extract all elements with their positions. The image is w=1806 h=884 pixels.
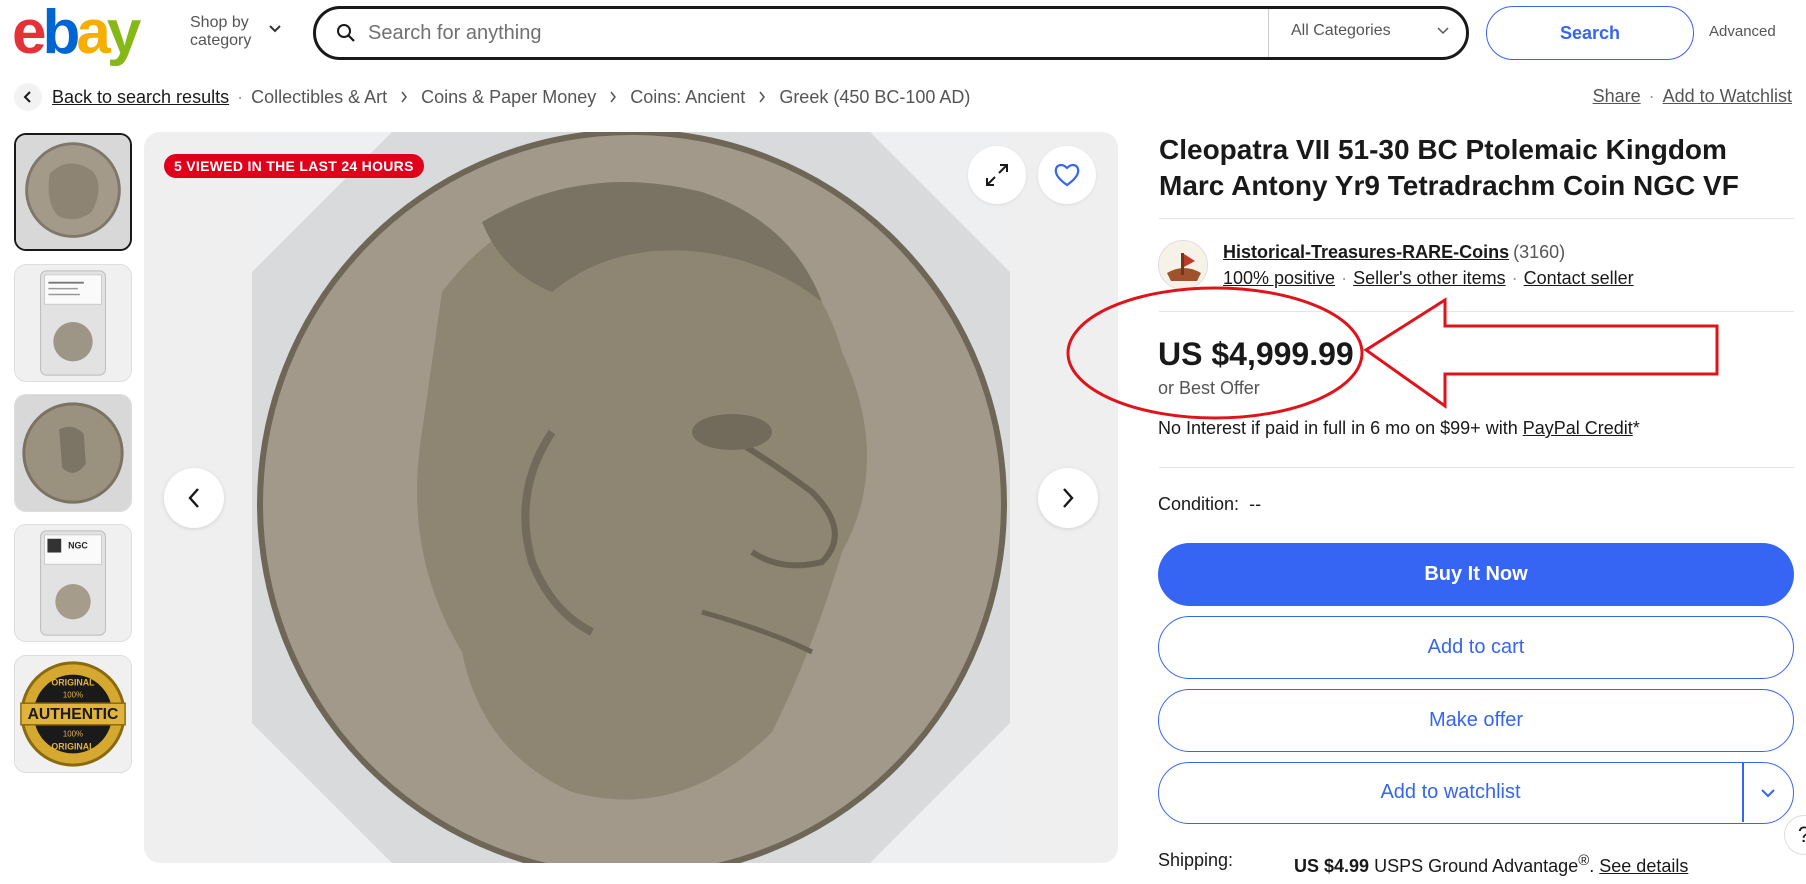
coin-obverse-thumb-image [16, 135, 130, 249]
thumbnail-coin-reverse[interactable] [14, 394, 132, 512]
registered-mark: ® [1578, 852, 1590, 869]
breadcrumb-separator: · [237, 86, 244, 107]
svg-text:ORIGINAL: ORIGINAL [51, 677, 95, 687]
expand-button[interactable] [968, 146, 1026, 204]
separator: · [1341, 268, 1348, 288]
chevron-left-icon [188, 488, 199, 508]
buy-it-now-button[interactable]: Buy It Now [1158, 543, 1794, 606]
chevron-down-icon [1437, 27, 1449, 35]
share-link[interactable]: Share [1593, 86, 1641, 107]
paypal-asterisk: * [1632, 418, 1640, 438]
previous-image-button[interactable] [164, 468, 224, 528]
back-button[interactable] [14, 83, 42, 111]
share-links: Share · Add to Watchlist [1593, 86, 1792, 107]
condition-label: Condition: [1158, 494, 1240, 514]
add-to-watchlist-group: Add to watchlist [1158, 762, 1794, 824]
item-price: US $4,999.99 [1158, 336, 1354, 372]
best-offer-text: or Best Offer [1158, 378, 1260, 398]
authentic-seal-image: AUTHENTIC ORIGINAL 100% 100% ORIGINAL [15, 656, 131, 772]
search-icon [337, 24, 355, 42]
main-product-image[interactable]: 5 VIEWED IN THE LAST 24 HOURS [144, 132, 1118, 863]
add-to-cart-button[interactable]: Add to cart [1158, 616, 1794, 679]
add-to-watchlist-button[interactable]: Add to watchlist [1159, 763, 1742, 822]
category-select[interactable]: All Categories [1291, 22, 1391, 40]
shipping-service: USPS Ground Advantage [1369, 856, 1579, 876]
shop-by-line1: Shop by [190, 14, 249, 31]
seller-avatar[interactable] [1158, 240, 1208, 290]
seller-feedback-count: (3160) [1513, 242, 1566, 262]
next-image-button[interactable] [1038, 468, 1098, 528]
chevron-down-icon [1761, 788, 1775, 797]
seller-links: 100% positive · Seller's other items · C… [1223, 268, 1634, 289]
pointer-arrow-annotation [1363, 297, 1719, 409]
paypal-text: No Interest if paid in full in 6 mo on $… [1158, 418, 1523, 438]
condition-row: Condition: -- [1158, 494, 1261, 515]
coin-reverse-thumb-image [15, 395, 131, 511]
shop-by-line2: category [190, 32, 252, 49]
breadcrumb-item[interactable]: Collectibles & Art [251, 87, 387, 108]
svg-text:100%: 100% [63, 730, 83, 739]
shipping-value: US $4.99 USPS Ground Advantage®. See det… [1294, 852, 1688, 877]
thumbnail-authentic-seal[interactable]: AUTHENTIC ORIGINAL 100% 100% ORIGINAL [14, 655, 132, 773]
header: ebay Shop by category All Categories Sea… [0, 0, 1806, 66]
ngc-slab-thumb-image [15, 265, 131, 381]
breadcrumb-item[interactable]: Coins & Paper Money [421, 87, 596, 108]
ebay-logo[interactable]: ebay [12, 2, 141, 64]
divider [1159, 218, 1794, 219]
expand-icon [986, 164, 1008, 186]
search-bar: All Categories [313, 6, 1469, 60]
search-input[interactable] [368, 19, 1248, 47]
svg-text:NGC: NGC [68, 541, 88, 551]
coin-image [252, 132, 1010, 863]
favorite-button[interactable] [1038, 146, 1096, 204]
viewed-badge: 5 VIEWED IN THE LAST 24 HOURS [164, 154, 424, 178]
shop-by-category[interactable]: Shop by category [190, 14, 251, 50]
chevron-left-icon [23, 91, 31, 103]
chevron-right-icon [609, 91, 617, 103]
separator: · [1648, 86, 1655, 106]
make-offer-button[interactable]: Make offer [1158, 689, 1794, 752]
seller-info: Historical-Treasures-RARE-Coins (3160) [1223, 242, 1565, 263]
search-button[interactable]: Search [1486, 6, 1694, 60]
chevron-right-icon [1063, 488, 1074, 508]
paypal-credit-text: No Interest if paid in full in 6 mo on $… [1158, 418, 1640, 439]
ngc-back-thumb-image: NGC [15, 525, 131, 641]
search-divider [1268, 9, 1269, 57]
add-to-watchlist-link[interactable]: Add to Watchlist [1663, 86, 1792, 107]
svg-text:AUTHENTIC: AUTHENTIC [28, 706, 119, 723]
thumbnail-coin-obverse[interactable] [14, 133, 132, 251]
breadcrumb-item[interactable]: Greek (450 BC-100 AD) [779, 87, 970, 108]
chevron-right-icon [758, 91, 766, 103]
divider [1159, 311, 1794, 312]
heart-icon [1054, 163, 1080, 187]
advanced-search-link[interactable]: Advanced [1709, 23, 1776, 40]
shipping-price: US $4.99 [1294, 856, 1370, 876]
divider [1159, 467, 1794, 468]
thumbnail-ngc-back[interactable]: NGC [14, 524, 132, 642]
svg-text:ORIGINAL: ORIGINAL [51, 741, 95, 751]
back-to-search-link[interactable]: Back to search results [52, 87, 229, 108]
breadcrumb: Back to search results · Collectibles & … [14, 82, 970, 112]
shipping-label: Shipping: [1158, 850, 1234, 870]
separator: · [1511, 268, 1518, 288]
condition-value: -- [1249, 494, 1262, 514]
seller-name-link[interactable]: Historical-Treasures-RARE-Coins [1223, 242, 1509, 262]
watchlist-dropdown-button[interactable] [1743, 763, 1793, 822]
see-details-link[interactable]: See details [1599, 856, 1688, 876]
paypal-credit-link[interactable]: PayPal Credit [1523, 418, 1633, 438]
chevron-right-icon [400, 91, 408, 103]
breadcrumb-item[interactable]: Coins: Ancient [630, 87, 745, 108]
seller-logo-image [1159, 241, 1207, 289]
thumbnail-ngc-slab[interactable] [14, 264, 132, 382]
contact-seller-link[interactable]: Contact seller [1524, 268, 1634, 289]
chevron-down-icon[interactable] [268, 24, 282, 34]
shipping-punctuation: . [1589, 856, 1600, 876]
listing-title: Cleopatra VII 51-30 BC Ptolemaic Kingdom… [1159, 134, 1739, 201]
seller-other-items-link[interactable]: Seller's other items [1353, 268, 1506, 289]
svg-text:100%: 100% [63, 690, 83, 699]
seller-positive-link[interactable]: 100% positive [1223, 268, 1335, 289]
